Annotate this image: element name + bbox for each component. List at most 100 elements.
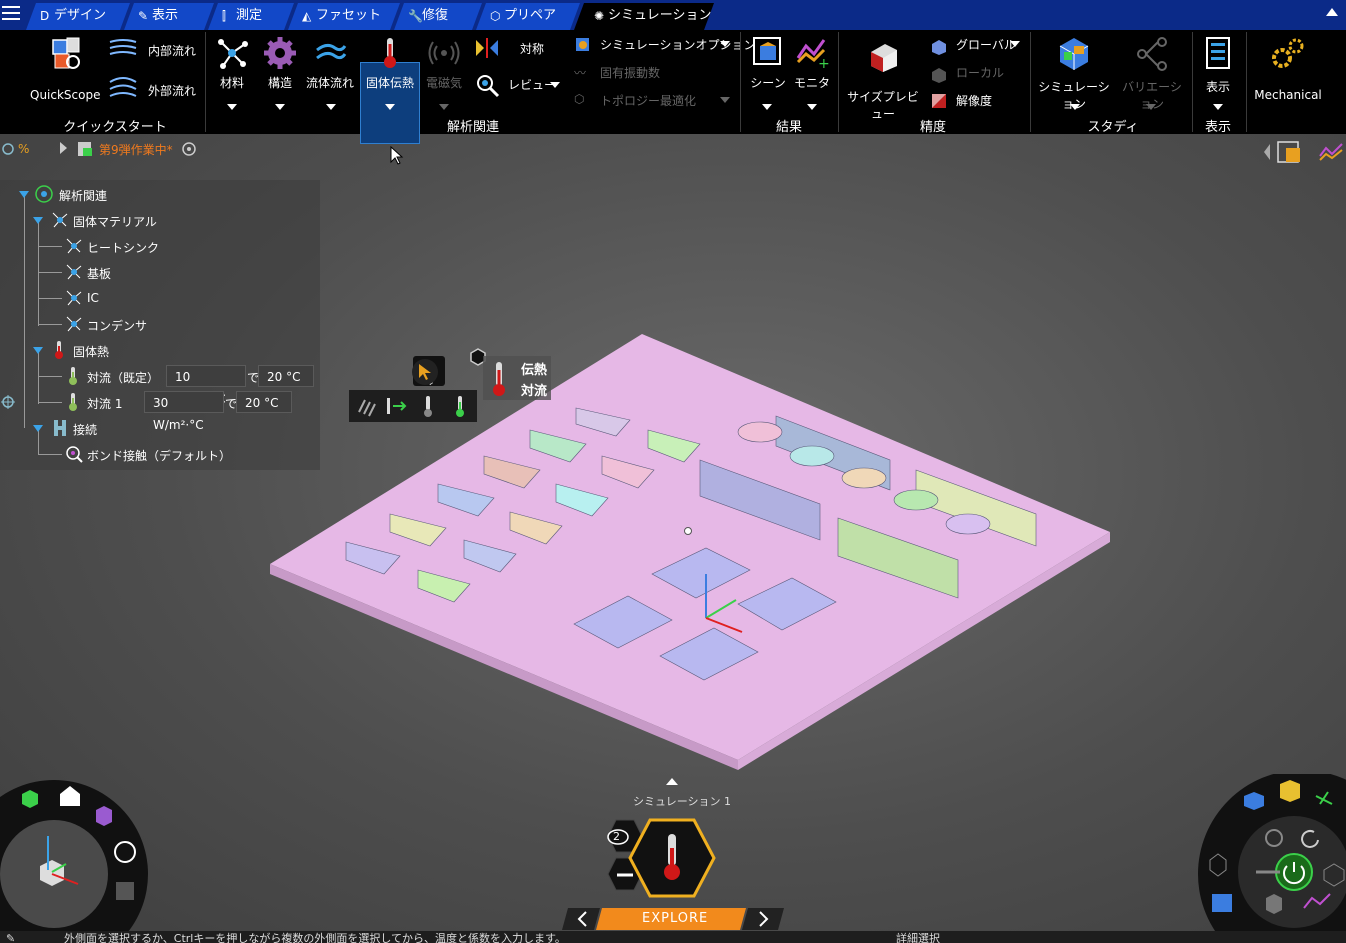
external-flow-button[interactable] — [106, 74, 140, 107]
tree-node-substrate[interactable]: 基板 — [87, 265, 111, 282]
expand-document-icon[interactable] — [60, 142, 67, 154]
simulation-options-button[interactable]: シミュレーションオプション — [600, 36, 756, 53]
review-icon-button[interactable] — [474, 72, 502, 101]
material-item-icon — [66, 316, 82, 332]
capacitor[interactable] — [737, 421, 783, 443]
snap-tools-icon[interactable]: % — [2, 141, 38, 157]
solid-view-icon[interactable] — [1266, 894, 1282, 914]
simulation-study-button[interactable]: シミュレーション — [1038, 34, 1110, 112]
capacitor[interactable] — [945, 513, 991, 535]
tree-node-solid-material[interactable]: 固体マテリアル — [73, 213, 157, 230]
capacitor[interactable] — [789, 445, 835, 467]
tab-prepare[interactable]: ⬡ プリペア — [476, 3, 580, 30]
detail-select-button[interactable]: 詳細選択 — [896, 931, 940, 943]
zoom-view-icon[interactable] — [116, 882, 134, 900]
internal-flow-button[interactable] — [106, 36, 140, 65]
collapse-ribbon-icon[interactable] — [1326, 8, 1338, 16]
mechanical-button[interactable]: Mechanical — [1254, 34, 1322, 102]
display-dropdown-icon[interactable] — [1213, 104, 1223, 110]
structure-gear-icon — [264, 37, 296, 69]
thermometer-icon — [384, 38, 396, 68]
convection-active-icon[interactable] — [451, 394, 469, 420]
tree-node-ic[interactable]: IC — [87, 291, 99, 305]
temperature-icon[interactable] — [419, 394, 437, 420]
capacitor[interactable] — [893, 489, 939, 511]
tab-repair[interactable]: 🔧 修復 — [394, 3, 482, 30]
tab-measure[interactable]: ⫿ 測定 — [208, 3, 294, 30]
quickscope-button[interactable]: QuickScope — [30, 34, 101, 102]
tree-node-analysis[interactable]: 解析関連 — [59, 187, 107, 204]
view-tools-icons[interactable] — [1262, 138, 1346, 166]
electromagnetic-button[interactable]: 電磁気 — [422, 36, 466, 91]
document-title[interactable]: 第9弾作業中* — [99, 141, 173, 158]
global-dropdown-icon[interactable] — [1010, 41, 1020, 47]
review-dropdown-icon[interactable] — [550, 82, 560, 88]
solid-heat-dropdown-icon[interactable] — [385, 104, 395, 110]
ribbon-separator — [1246, 32, 1247, 132]
collapse-root-icon[interactable] — [19, 191, 29, 198]
material-dropdown-icon[interactable] — [227, 104, 237, 110]
modal-frequency-button[interactable]: 固有振動数 — [600, 64, 660, 81]
heat-flow-icon[interactable] — [383, 394, 409, 418]
simulation-icon: ✺ — [594, 9, 605, 23]
tab-display[interactable]: ✎ 表示 — [124, 3, 214, 30]
tree-node-capacitor[interactable]: コンデンサ — [87, 317, 147, 334]
review-button[interactable]: レビュー — [508, 76, 556, 93]
simulation-options-dropdown-icon[interactable] — [720, 41, 730, 47]
group-label-display: 表示 — [1204, 120, 1231, 135]
cube-tool-icon[interactable] — [1280, 780, 1300, 802]
fluid-flow-button[interactable]: 流体流れ — [304, 36, 356, 91]
display-panel-button[interactable]: 表示 — [1198, 34, 1238, 95]
facet-icon: ◭ — [302, 9, 312, 23]
resolution-button[interactable]: 解像度 — [956, 92, 992, 109]
local-button[interactable]: ローカル — [956, 64, 1004, 81]
prepare-icon: ⬡ — [490, 9, 501, 23]
monitor-button[interactable]: + モニタ — [792, 34, 832, 91]
expand-simulation-panel-icon[interactable] — [666, 778, 678, 785]
status-tools-icon[interactable]: ✎ — [6, 931, 15, 943]
tree-node-heatsink[interactable]: ヒートシンク — [87, 239, 159, 256]
explore-prev-button[interactable] — [562, 908, 600, 930]
material-item-icon — [66, 238, 82, 254]
appearance-icon[interactable] — [181, 141, 199, 157]
tab-design[interactable]: Ⅾ デザイン — [26, 3, 130, 30]
material-button[interactable]: 材料 — [212, 36, 252, 91]
tree-node-solid-heat[interactable]: 固体熱 — [73, 343, 109, 360]
convection-1-coef-field[interactable]: 30 W/m²·°C — [144, 391, 224, 432]
hamburger-menu-icon[interactable] — [2, 6, 20, 22]
collapse-contact-icon[interactable] — [33, 425, 43, 432]
tab-simulation[interactable]: ✺ シミュレーション — [574, 3, 714, 30]
convection-flow-icon[interactable] — [355, 394, 379, 418]
collapse-solid-heat-icon[interactable] — [33, 347, 43, 354]
explore-next-button[interactable] — [742, 908, 784, 930]
tree-line — [38, 402, 62, 403]
tree-node-convection-1[interactable]: 対流 1 — [87, 395, 122, 412]
global-button[interactable]: グローバル — [956, 36, 1016, 53]
scene-dropdown-icon[interactable] — [762, 104, 772, 110]
tree-node-contact[interactable]: 接続 — [73, 421, 97, 438]
purple-cube-view-icon[interactable] — [96, 806, 112, 826]
solid-heat-button[interactable]: 固体伝熱 — [362, 36, 418, 91]
tab-facet[interactable]: ◭ ファセット — [288, 3, 400, 30]
tree-node-convection-default[interactable]: 対流（既定） — [87, 369, 159, 386]
structure-button[interactable]: 構造 — [260, 36, 300, 91]
convection-default-coef-field[interactable]: 10 W/m²·°C — [166, 365, 246, 406]
capacitor[interactable] — [841, 467, 887, 489]
results-image-icon[interactable] — [1212, 894, 1232, 912]
topology-optimization-button[interactable]: トポロジー最適化 — [600, 92, 696, 109]
fluid-flow-dropdown-icon[interactable] — [326, 104, 336, 110]
size-preview-button[interactable]: サイズプレビュー — [846, 34, 920, 122]
internal-flow-label[interactable]: 内部流れ — [148, 42, 196, 59]
external-flow-label[interactable]: 外部流れ — [148, 82, 196, 99]
scene-button[interactable]: シーン — [746, 34, 790, 91]
tree-node-bond-contact[interactable]: ボンド接触（デフォルト） — [87, 447, 231, 464]
quickscope-icon — [52, 37, 80, 69]
variation-button[interactable]: バリエーション — [1118, 34, 1186, 112]
structure-dropdown-icon[interactable] — [275, 104, 285, 110]
symmetry-button[interactable]: 対称 — [520, 40, 544, 57]
simulation-study-dropdown-icon[interactable] — [1070, 104, 1080, 110]
monitor-dropdown-icon[interactable] — [807, 104, 817, 110]
select-filter-icon[interactable] — [411, 358, 439, 386]
collapse-material-icon[interactable] — [33, 217, 43, 224]
symmetry-icon-button[interactable] — [472, 36, 502, 63]
